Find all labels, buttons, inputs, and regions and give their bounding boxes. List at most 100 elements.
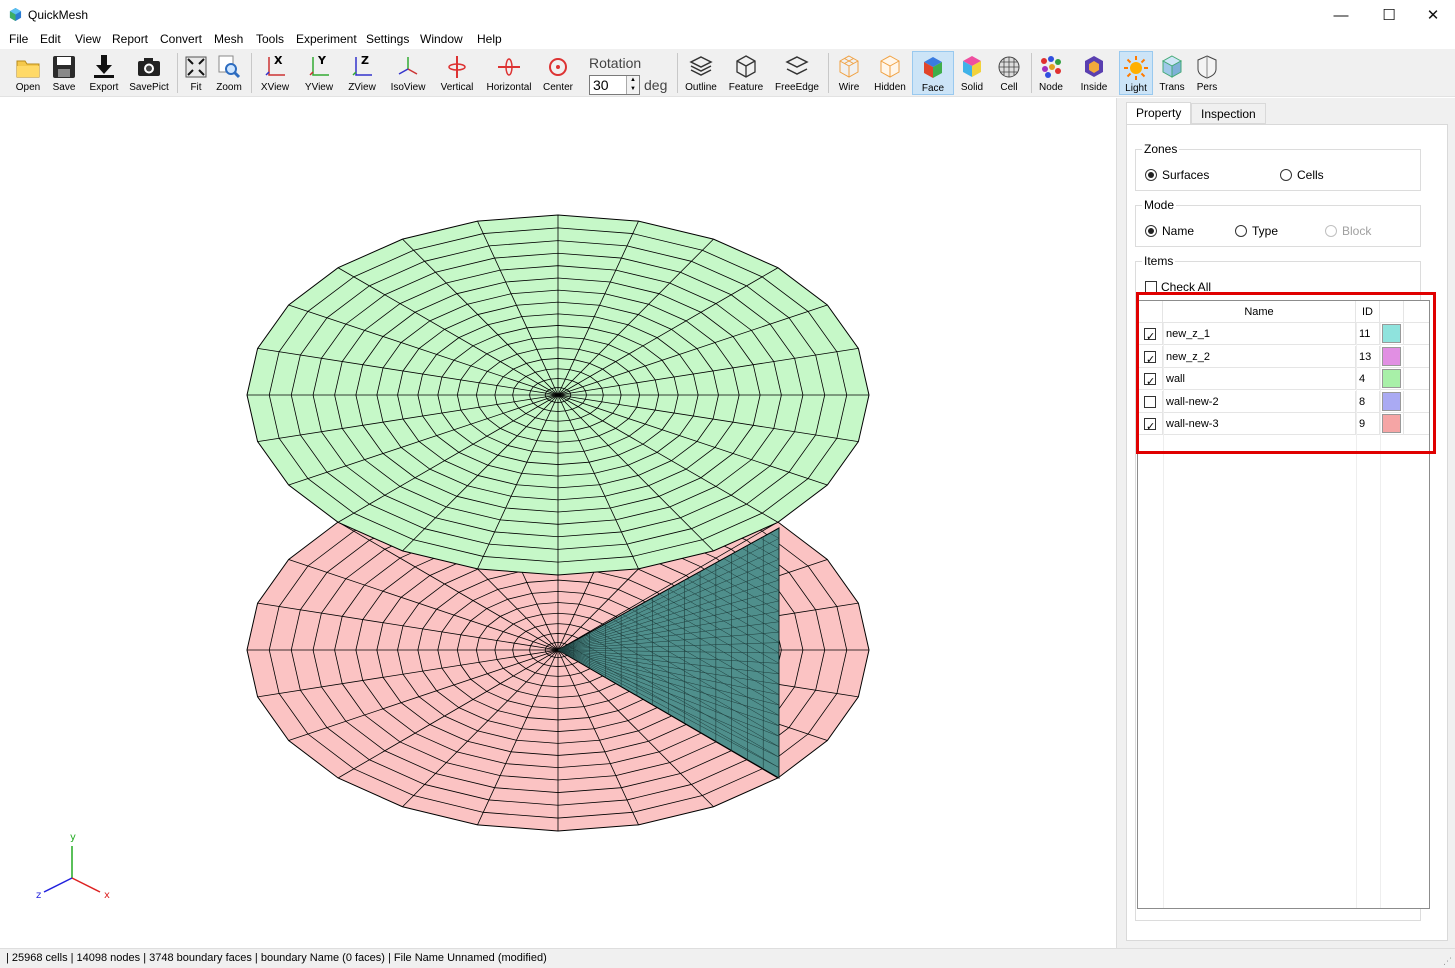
horizontal-button[interactable]: Horizontal: [484, 51, 534, 95]
target-icon: [549, 58, 567, 76]
folder-icon: [16, 60, 40, 78]
resize-grip-icon[interactable]: ⋰: [1443, 956, 1453, 966]
name-radio[interactable]: Name: [1145, 224, 1194, 238]
items-title: Items: [1142, 254, 1176, 268]
status-text: | 25968 cells | 14098 nodes | 3748 bound…: [6, 952, 547, 964]
y-axis-view-icon: Y: [309, 54, 329, 76]
node-button[interactable]: Node: [1035, 51, 1067, 95]
menu-view[interactable]: View: [75, 32, 101, 46]
cell-sphere-icon: [998, 56, 1020, 78]
menu-file[interactable]: File: [9, 32, 28, 46]
tab-inspection[interactable]: Inspection: [1191, 103, 1266, 124]
solid-button[interactable]: Solid: [957, 51, 987, 95]
freeedge-button[interactable]: FreeEdge: [772, 51, 822, 95]
z-axis-view-icon: Z: [352, 54, 372, 76]
horizontal-rotate-icon: [498, 58, 520, 76]
mode-group: Mode Name Type Block: [1135, 198, 1421, 247]
trans-button[interactable]: Trans: [1156, 51, 1188, 95]
property-panel: Property Inspection Zones Surfaces Cells…: [1117, 98, 1455, 948]
isoview-button[interactable]: IsoView: [387, 51, 429, 95]
toolbar-separator: [677, 53, 678, 93]
face-cube-icon: [924, 57, 942, 78]
cells-label: Cells: [1297, 168, 1324, 182]
face-button[interactable]: Face: [912, 51, 954, 95]
rotation-stepper[interactable]: ▲ ▼: [626, 76, 639, 94]
free-edge-icon: [785, 56, 809, 75]
feature-button[interactable]: Feature: [724, 51, 768, 95]
radio-indicator: [1145, 169, 1157, 181]
menu-edit[interactable]: Edit: [40, 32, 61, 46]
transparent-cube-icon: [1161, 55, 1183, 78]
axis-triad: y x z: [36, 832, 110, 901]
download-icon: [94, 55, 114, 78]
savepict-button[interactable]: SavePict: [127, 51, 171, 95]
wire-button[interactable]: Wire: [832, 51, 866, 95]
pers-button[interactable]: Pers: [1192, 51, 1222, 95]
y-axis-label: y: [70, 832, 76, 843]
iso-view-icon: [398, 57, 418, 75]
rotation-label: Rotation: [589, 55, 642, 71]
menu-convert[interactable]: Convert: [160, 32, 202, 46]
inside-button[interactable]: Inside: [1076, 51, 1112, 95]
rotation-unit: deg: [644, 77, 668, 93]
zoom-icon: [218, 55, 241, 79]
sun-icon: [1124, 56, 1148, 80]
menu-help[interactable]: Help: [477, 32, 502, 46]
node-icon: [1041, 56, 1061, 78]
cells-radio[interactable]: Cells: [1280, 168, 1324, 182]
app-title: QuickMesh: [28, 8, 89, 22]
outline-button[interactable]: Outline: [682, 51, 720, 95]
toolbar-separator: [251, 53, 252, 93]
zview-button[interactable]: Z ZView: [343, 51, 381, 95]
block-label: Block: [1342, 224, 1372, 238]
light-button[interactable]: Light: [1119, 51, 1153, 95]
menu-experiment[interactable]: Experiment: [296, 32, 357, 46]
toolbar-separator: [1031, 53, 1032, 93]
zones-group: Zones Surfaces Cells: [1135, 142, 1421, 191]
radio-indicator: [1235, 225, 1247, 237]
menu-tools[interactable]: Tools: [256, 32, 284, 46]
radio-indicator: [1145, 225, 1157, 237]
menu-report[interactable]: Report: [112, 32, 148, 46]
app-logo-icon: [9, 8, 22, 21]
wire-cube-icon: [839, 55, 859, 78]
center-button[interactable]: Center: [539, 51, 577, 95]
minimize-button[interactable]: —: [1318, 0, 1364, 30]
mesh-viewport[interactable]: y x z: [0, 98, 1117, 948]
hidden-button[interactable]: Hidden: [870, 51, 910, 95]
surfaces-radio[interactable]: Surfaces: [1145, 168, 1209, 182]
menu-mesh[interactable]: Mesh: [214, 32, 243, 46]
menu-settings[interactable]: Settings: [366, 32, 409, 46]
toolbar-separator: [828, 53, 829, 93]
radio-indicator: [1280, 169, 1292, 181]
tab-property[interactable]: Property: [1126, 102, 1192, 125]
yview-button[interactable]: Y YView: [300, 51, 338, 95]
save-button[interactable]: Save: [47, 51, 81, 95]
cell-button[interactable]: Cell: [992, 51, 1026, 95]
block-radio: Block: [1325, 224, 1371, 238]
hidden-cube-icon: [880, 55, 900, 78]
close-button[interactable]: ✕: [1410, 0, 1455, 30]
fit-button[interactable]: Fit: [181, 51, 211, 95]
export-button[interactable]: Export: [85, 51, 123, 95]
maximize-button[interactable]: ☐: [1366, 0, 1412, 30]
type-radio[interactable]: Type: [1235, 224, 1278, 238]
name-label: Name: [1162, 224, 1195, 238]
mode-title: Mode: [1142, 198, 1177, 212]
vertical-rotate-icon: [448, 56, 466, 78]
outline-icon: [689, 56, 713, 76]
x-axis-label: x: [104, 890, 110, 901]
perspective-icon: [1197, 55, 1217, 79]
toolbar-separator: [177, 53, 178, 93]
zoom-button[interactable]: Zoom: [213, 51, 245, 95]
svg-text:Z: Z: [361, 54, 369, 67]
surfaces-label: Surfaces: [1162, 168, 1210, 182]
vertical-button[interactable]: Vertical: [436, 51, 478, 95]
open-button[interactable]: Open: [9, 51, 47, 95]
inside-icon: [1085, 56, 1103, 77]
menu-bar: File Edit View Report Convert Mesh Tools…: [0, 30, 1455, 49]
solid-cube-icon: [963, 56, 981, 77]
menu-window[interactable]: Window: [420, 32, 463, 46]
xview-button[interactable]: X XView: [256, 51, 294, 95]
status-bar: | 25968 cells | 14098 nodes | 3748 bound…: [0, 948, 1455, 968]
